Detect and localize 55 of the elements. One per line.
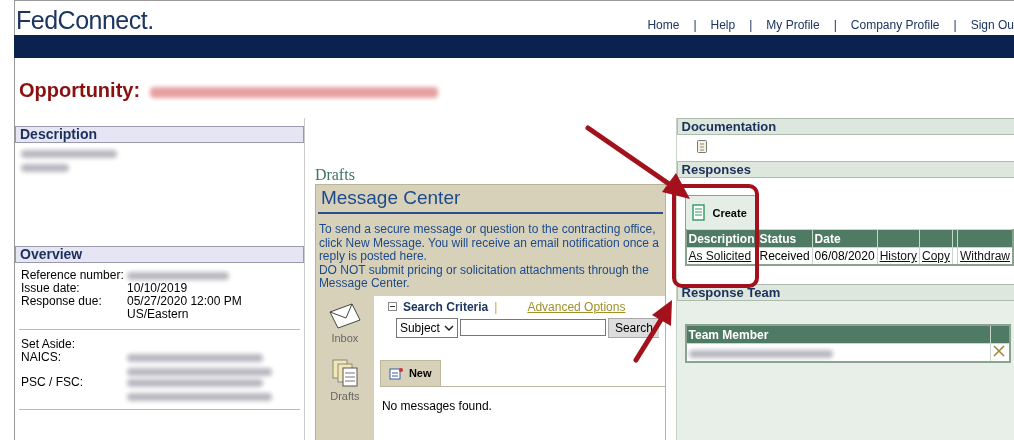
field-label: Reference number: — [21, 269, 125, 282]
section-header: Documentation — [676, 118, 1014, 135]
section-header: Responses — [676, 161, 1014, 178]
table-link[interactable]: Withdraw — [960, 249, 1010, 263]
nav-separator: | — [832, 18, 838, 32]
blurred-text — [21, 164, 69, 172]
section-header: Overview — [15, 246, 304, 263]
table-link[interactable]: History — [879, 249, 917, 263]
column-header: Date — [812, 229, 878, 248]
tab[interactable]: New — [379, 359, 441, 386]
envelope-icon — [327, 301, 362, 330]
column-header: Description — [685, 229, 758, 248]
nav-link[interactable]: Home — [647, 18, 680, 32]
field-value: 10/10/2019 — [127, 281, 188, 295]
page-title: Opportunity: — [19, 79, 141, 102]
notice-text: DO NOT submit pricing or solicitation attachments through the Message Center. — [318, 263, 650, 291]
empty-message: No messages found. — [380, 397, 493, 413]
section-header: Response Team — [676, 284, 1014, 301]
field-label: Set Aside: — [21, 338, 77, 351]
new-message-icon — [388, 366, 403, 380]
documents-icon — [329, 357, 360, 388]
drafts-heading: Drafts — [314, 166, 356, 184]
sidebar-item[interactable]: Inbox — [327, 301, 362, 344]
chevron-icon — [443, 324, 454, 331]
table-link[interactable]: As Solicited — [688, 249, 752, 263]
document-icon — [691, 204, 705, 221]
notice-text: To send a secure message or question to the contracting office, click New Message. You will receive an email notification once a reply is posted here. — [318, 223, 661, 264]
field-label: NAICS: — [21, 351, 62, 366]
nav-separator: | — [748, 18, 754, 32]
nav-link[interactable]: Help — [710, 18, 736, 32]
nav-separator: | — [692, 18, 698, 32]
nav-separator: | — [952, 18, 958, 32]
document-icon[interactable] — [696, 140, 707, 153]
logo[interactable]: FedConnect. — [15, 5, 154, 35]
tab[interactable]: Create — [684, 195, 758, 229]
field-label: Issue date: — [21, 282, 81, 295]
nav-link[interactable]: My Profile — [766, 18, 820, 32]
nav-link[interactable]: Company Profile — [850, 18, 940, 32]
field-label: PSC / FSC: — [21, 376, 84, 391]
section-header: Description — [15, 126, 304, 143]
table-link[interactable]: Copy — [921, 249, 950, 263]
nav-link[interactable]: Sign Ou — [970, 18, 1014, 32]
collapse-icon[interactable] — [387, 302, 397, 311]
field-value: 05/27/2020 12:00 PM US/Eastern — [127, 294, 242, 321]
column-header: Status — [757, 229, 813, 248]
panel-title: Message Center — [317, 185, 663, 214]
column-header: Team Member — [685, 325, 990, 344]
field-label: Response due: — [21, 295, 103, 310]
field-dropdown[interactable]: Subject — [395, 317, 458, 338]
sidebar-item[interactable]: Drafts — [329, 357, 360, 402]
remove-icon[interactable] — [992, 345, 1005, 357]
search-input[interactable] — [459, 319, 606, 336]
section-title: Search Criteria — [402, 299, 489, 314]
separator-text: | — [494, 299, 498, 314]
search-button[interactable]: Search — [607, 317, 659, 338]
